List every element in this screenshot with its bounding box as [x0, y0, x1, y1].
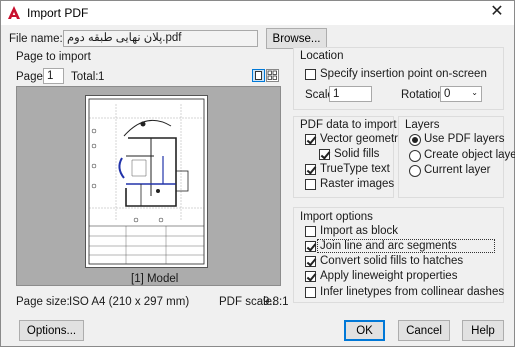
convert-fills-label[interactable]: Convert solid fills to hatches — [320, 255, 463, 267]
join-segments-checkbox[interactable] — [305, 241, 316, 252]
preview-caption: [1] Model — [131, 273, 179, 285]
page-label: Page: — [16, 71, 47, 83]
page-number-field[interactable]: 1 — [43, 68, 64, 84]
single-page-icon — [255, 71, 262, 80]
vector-geometry-label[interactable]: Vector geometry — [320, 133, 404, 145]
thumbnails-grid-icon — [267, 70, 277, 80]
options-button[interactable]: Options... — [19, 320, 84, 341]
infer-linetypes-checkbox[interactable] — [305, 287, 316, 298]
import-options-group: Import options Import as block Join line… — [293, 207, 504, 303]
autocad-app-icon — [8, 6, 20, 19]
file-name-field[interactable]: پلان نهایی طبقه دوم.pdf — [63, 30, 258, 47]
solid-fills-label[interactable]: Solid fills — [334, 148, 379, 160]
help-button[interactable]: Help — [462, 320, 504, 341]
floor-plan-drawing — [88, 98, 205, 265]
convert-fills-checkbox[interactable] — [305, 256, 316, 267]
total-value: 1 — [98, 71, 105, 83]
browse-button[interactable]: Browse... — [266, 28, 327, 49]
location-heading: Location — [300, 50, 344, 62]
window-title: Import PDF — [27, 6, 89, 20]
close-icon[interactable]: ✕ — [488, 3, 506, 21]
page-to-import-heading: Page to import — [16, 51, 91, 63]
ok-button[interactable]: OK — [344, 320, 385, 341]
create-object-layers-label[interactable]: Create object layers — [424, 149, 515, 161]
page-size-value: ISO A4 (210 x 297 mm) — [69, 296, 190, 308]
import-as-block-checkbox[interactable] — [305, 226, 316, 237]
truetype-text-label[interactable]: TrueType text — [320, 163, 390, 175]
specify-insertion-label[interactable]: Specify insertion point on-screen — [320, 68, 487, 80]
apply-lineweight-checkbox[interactable] — [305, 271, 316, 282]
rotation-dropdown[interactable]: 0 ⌄ — [440, 86, 482, 102]
rotation-value: 0 — [444, 88, 451, 100]
single-page-view-button[interactable] — [252, 69, 265, 82]
create-object-layers-radio[interactable] — [409, 150, 421, 162]
use-pdf-layers-radio[interactable] — [409, 134, 421, 146]
layers-heading: Layers — [405, 119, 440, 131]
pdf-data-heading: PDF data to import — [300, 119, 397, 131]
location-group: Location Specify insertion point on-scre… — [293, 47, 504, 110]
thumbnail-view-button[interactable] — [266, 69, 279, 82]
import-as-block-label[interactable]: Import as block — [320, 225, 398, 237]
specify-insertion-checkbox[interactable] — [305, 69, 316, 80]
total-label: Total: — [71, 71, 99, 83]
use-pdf-layers-label[interactable]: Use PDF layers — [424, 133, 505, 145]
scale-field[interactable]: 1 — [329, 86, 372, 102]
truetype-text-checkbox[interactable] — [305, 164, 316, 175]
current-layer-radio[interactable] — [409, 165, 421, 177]
vector-geometry-checkbox[interactable] — [305, 134, 316, 145]
join-segments-label[interactable]: Join line and arc segments — [320, 240, 457, 252]
cancel-button[interactable]: Cancel — [398, 320, 450, 341]
chevron-down-icon: ⌄ — [471, 88, 478, 97]
pdf-data-group: PDF data to import Vector geometry Solid… — [293, 116, 404, 198]
page-size-label: Page size: — [16, 296, 70, 308]
import-options-heading: Import options — [300, 211, 373, 223]
raster-images-label[interactable]: Raster images — [320, 178, 394, 190]
file-name-label: File name: — [9, 33, 63, 45]
raster-images-checkbox[interactable] — [305, 179, 316, 190]
apply-lineweight-label[interactable]: Apply lineweight properties — [320, 270, 457, 282]
solid-fills-checkbox[interactable] — [319, 149, 330, 160]
pdf-page-thumbnail — [85, 95, 208, 268]
import-pdf-dialog: Import PDF ✕ File name: پلان نهایی طبقه … — [0, 0, 515, 347]
current-layer-label[interactable]: Current layer — [424, 164, 490, 176]
pdf-scale-value: 9.8:1 — [263, 296, 289, 308]
title-bar: Import PDF ✕ — [1, 1, 514, 25]
page-preview[interactable]: [1] Model — [16, 86, 281, 286]
infer-linetypes-label[interactable]: Infer linetypes from collinear dashes — [320, 286, 504, 298]
layers-group: Layers Use PDF layers Create object laye… — [398, 116, 515, 198]
